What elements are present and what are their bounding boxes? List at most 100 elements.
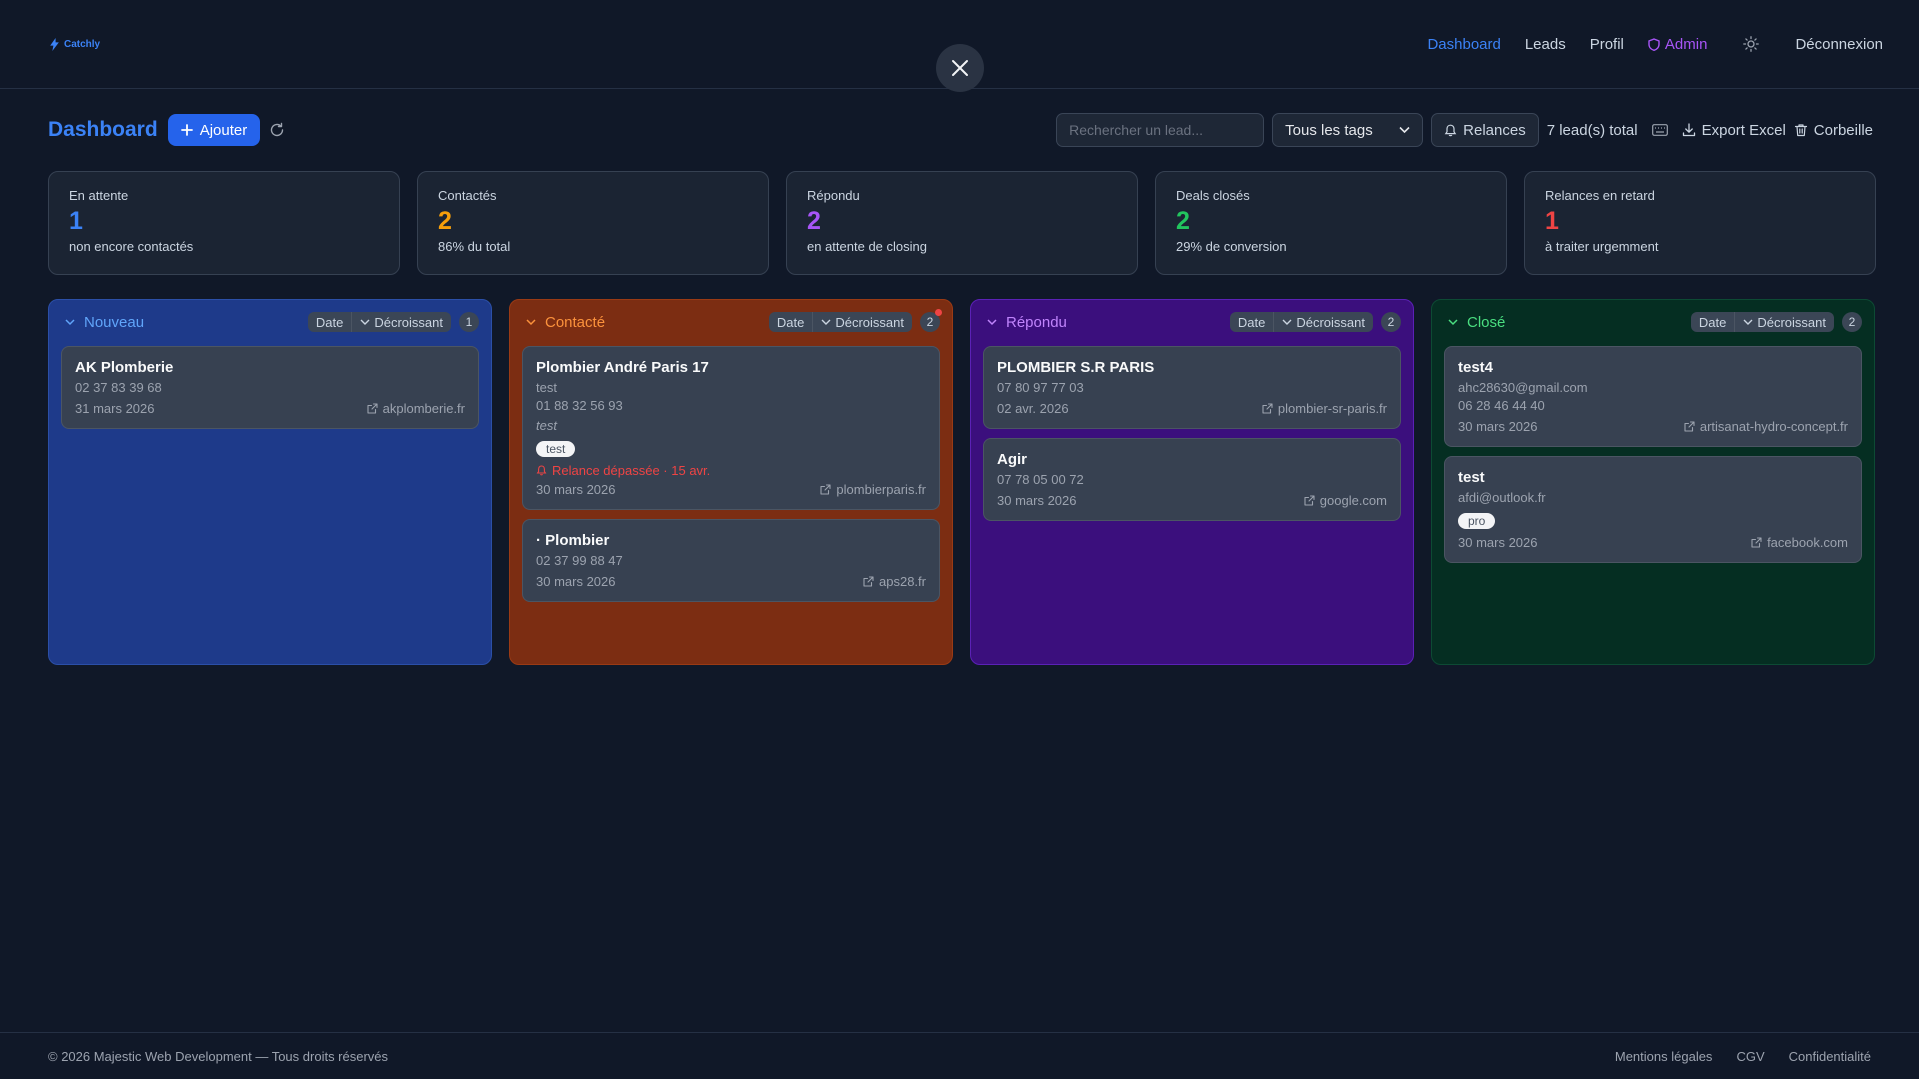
lead-card[interactable]: Agir 07 78 05 00 72 30 mars 2026 google.com [983,438,1401,521]
nav-link-profil[interactable]: Profil [1578,36,1636,53]
relances-button[interactable]: Relances [1431,113,1539,147]
lead-card[interactable]: PLOMBIER S.R PARIS 07 80 97 77 03 02 avr. … [983,346,1401,429]
lead-date: 31 mars 2026 [75,401,155,416]
lead-card[interactable]: test afdi@outlook.fr pro 30 mars 2026 facebo… [1444,456,1862,563]
sort-field[interactable]: Date [1230,312,1273,332]
column-header[interactable]: Répondu Date Décroissant 2 [983,312,1401,332]
stat-value: 1 [1545,207,1559,235]
stat-sub: en attente de closing [807,239,927,254]
lead-website-link[interactable]: plombier-sr-paris.fr [1262,401,1387,416]
column-count: 1 [459,312,479,332]
card-footer: 31 mars 2026 akplomberie.fr [75,401,465,416]
lead-note: test [536,418,557,433]
lead-card[interactable]: Plombier André Paris 17 test 01 88 32 56 9… [522,346,940,510]
column-count: 2 [1842,312,1862,332]
kanban-column-2: Répondu Date Décroissant 2 PLOMBIER S.R PARI… [970,299,1414,665]
lead-website-link[interactable]: facebook.com [1751,535,1848,550]
lead-total: 7 lead(s) total [1546,121,1638,139]
column-title: Répondu [1006,313,1067,331]
chevron-down-icon [65,319,75,326]
external-link-icon [367,403,378,414]
column-controls: Date Décroissant 2 [768,309,942,332]
column-header[interactable]: Nouveau Date Décroissant 1 [61,312,479,332]
lead-website: plombier-sr-paris.fr [1277,401,1387,416]
nav-link-dashboard[interactable]: Dashboard [1415,36,1512,53]
chevron-down-icon [360,319,370,325]
sort-order-label: Décroissant [835,314,904,330]
brand-logo[interactable]: Catchly [48,37,101,51]
lead-name: AK Plomberie [75,359,174,376]
stat-label: Répondu [807,188,860,203]
lead-website: plombierparis.fr [836,482,926,497]
nav-link-admin[interactable]: Admin [1636,36,1720,53]
footer: © 2026 Majestic Web Development — Tous d… [0,1032,1919,1079]
sort-field[interactable]: Date [308,312,351,332]
theme-toggle[interactable] [1731,36,1771,52]
sort-control[interactable]: Date Décroissant [307,312,451,332]
relances-label: Relances [1463,121,1526,139]
overdue-text: Relance dépassée · 15 avr. [552,463,711,478]
sort-order[interactable]: Décroissant [1734,312,1834,332]
sort-field[interactable]: Date [769,312,812,332]
lead-detail: afdi@outlook.fr [1458,490,1546,505]
search-input[interactable] [1056,113,1265,147]
sort-order[interactable]: Décroissant [812,312,912,332]
lead-card[interactable]: test4 ahc28630@gmail.com 06 28 46 44 40 30 … [1444,346,1862,447]
footer-link-cgv[interactable]: CGV [1736,1049,1764,1064]
lead-card[interactable]: · Plombier 02 37 99 88 47 30 mars 2026 aps2… [522,519,940,602]
stat-card-closed: Deals closés 2 29% de conversion [1155,171,1507,275]
chevron-down-icon [987,319,997,326]
lead-tag[interactable]: test [536,441,576,457]
column-controls: Date Décroissant 2 [1690,312,1862,332]
lead-card[interactable]: AK Plomberie 02 37 83 39 68 31 mars 2026 ak… [61,346,479,429]
logout-link[interactable]: Déconnexion [1783,36,1895,53]
tag-filter-select[interactable]: Tous les tags [1272,113,1424,147]
lead-website: google.com [1319,493,1387,508]
sort-control[interactable]: Date Décroissant [1690,312,1834,332]
column-header[interactable]: Closé Date Décroissant 2 [1444,312,1862,332]
stat-sub: à traiter urgemment [1545,239,1659,254]
lead-website-link[interactable]: aps28.fr [863,574,926,589]
kanban-column-0: Nouveau Date Décroissant 1 AK Plomberie 02 37… [48,299,492,665]
footer-link-legal[interactable]: Mentions légales [1615,1049,1713,1064]
bell-icon [1444,124,1457,136]
refresh-button[interactable] [269,121,287,139]
card-footer: 30 mars 2026 facebook.com [1458,535,1848,550]
sort-order-label: Décroissant [1296,314,1365,330]
stat-card-replied: Répondu 2 en attente de closing [786,171,1138,275]
add-lead-button[interactable]: Ajouter [167,114,261,146]
export-excel-button[interactable]: Export Excel [1682,122,1786,139]
lead-website-link[interactable]: google.com [1304,493,1387,508]
stat-value: 2 [807,207,821,235]
lead-website-link[interactable]: artisanat-hydro-concept.fr [1684,419,1848,434]
kanban-board: Nouveau Date Décroissant 1 AK Plomberie 02 37… [48,299,1875,665]
sort-order[interactable]: Décroissant [351,312,451,332]
lead-tag[interactable]: pro [1458,513,1496,529]
trash-label: Corbeille [1813,121,1873,139]
lead-website-link[interactable]: plombierparis.fr [820,482,926,497]
top-nav: Catchly Dashboard Leads Profil Admin Déc… [0,0,1919,92]
lead-website-link[interactable]: akplomberie.fr [367,401,465,416]
external-link-icon [863,576,874,587]
trash-button[interactable]: Corbeille [1794,122,1873,139]
close-button[interactable] [936,44,984,92]
keyboard-shortcuts-button[interactable] [1650,120,1670,140]
external-link-icon [1304,495,1315,506]
nav-links: Dashboard Leads Profil Admin Déconnexion [1415,36,1895,53]
brand-name: Catchly [64,38,101,50]
footer-link-privacy[interactable]: Confidentialité [1789,1049,1871,1064]
sort-order[interactable]: Décroissant [1273,312,1373,332]
stat-value: 2 [438,207,452,235]
column-header[interactable]: Contacté Date Décroissant 2 [522,309,942,332]
lead-name: PLOMBIER S.R PARIS [997,359,1155,376]
stat-value: 1 [69,207,83,235]
sort-control[interactable]: Date Décroissant [768,312,912,332]
chevron-down-icon [821,319,831,325]
stat-label: Deals closés [1176,188,1250,203]
add-lead-label: Ajouter [199,121,248,139]
column-count: 2 [920,309,942,332]
sort-control[interactable]: Date Décroissant [1229,312,1373,332]
lead-detail: ahc28630@gmail.com [1458,380,1588,395]
sort-field[interactable]: Date [1691,312,1734,332]
nav-link-leads[interactable]: Leads [1513,36,1578,53]
